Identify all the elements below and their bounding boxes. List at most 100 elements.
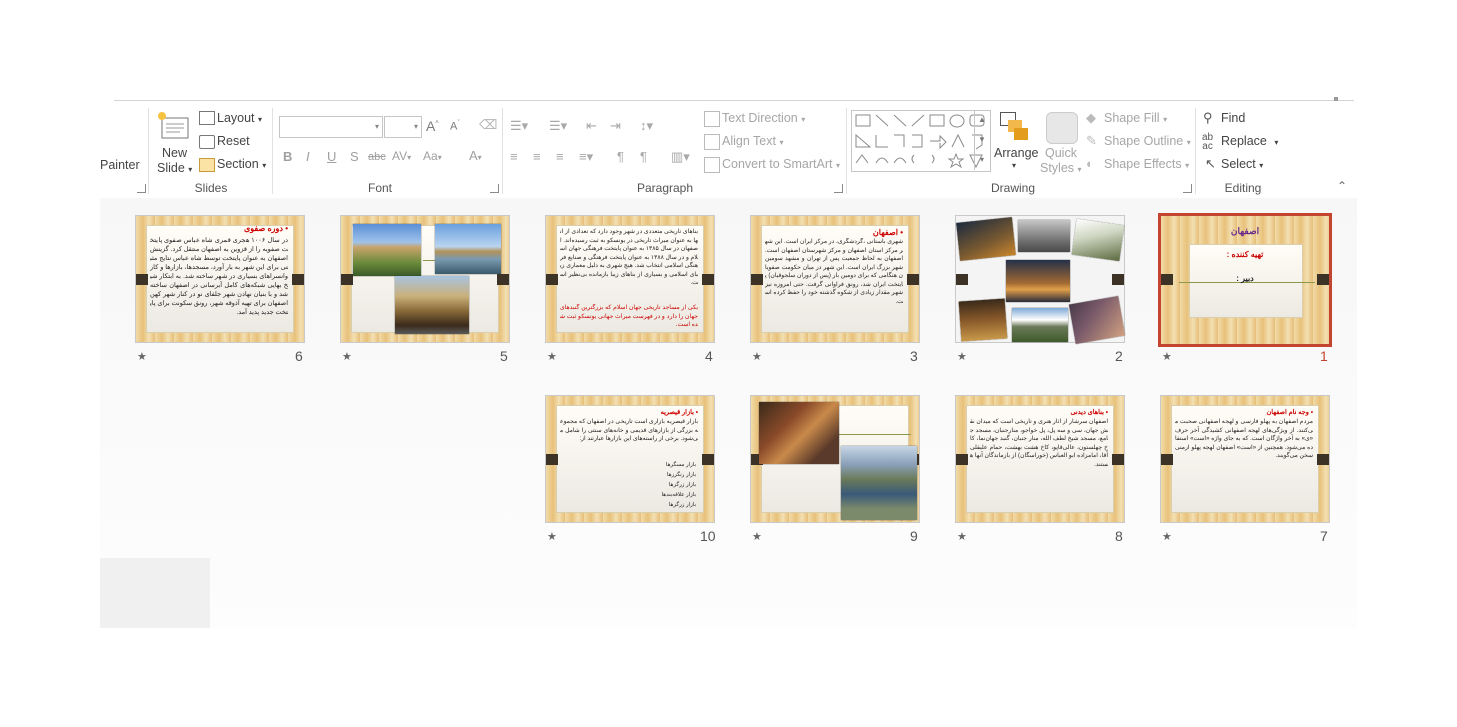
text-direction-button[interactable]: Text Direction ▾ [722,111,805,125]
slide-body-text: در سال ۱۰۰۶ هجری قمری شاه عباس صفوی پایت… [150,237,288,316]
separator [1195,108,1196,194]
arrange-icon [1000,112,1028,142]
section-button[interactable]: Section ▾ [217,157,266,171]
columns-icon[interactable]: ▥▾ [671,149,690,165]
increase-indent-icon[interactable]: ⇥ [610,118,621,134]
collapse-ribbon-icon[interactable]: ⌃ [1337,179,1347,193]
shapes-gallery[interactable] [851,110,991,172]
slide-thumbnail-6[interactable]: • دوره صفوی در سال ۱۰۰۶ هجری قمری شاه عب… [135,215,305,343]
rtl-icon[interactable]: ¶ [640,149,647,164]
slide-title: اصفهان [1230,226,1260,236]
section-icon [199,158,215,172]
replace-button[interactable]: Replace ▾ [1221,134,1278,148]
layout-button[interactable]: Layout ▾ [217,111,262,125]
slide-thumbnail-7[interactable]: • وجه نام اصفهان مردم اصفهان به پهلو فار… [1160,395,1330,523]
slide-thumbnail-9[interactable] [750,395,920,523]
separator [846,108,847,194]
slide-thumbnail-8[interactable]: • بناهای دیدنی اصفهان سرشار از آثار هنری… [955,395,1125,523]
animation-star-icon: ★ [752,531,762,543]
animation-star-icon: ★ [752,351,762,363]
italic-button[interactable]: I [306,149,310,164]
slide-photo [759,402,839,464]
animation-star-icon: ★ [547,351,557,363]
arrange-dropdown[interactable]: ▾ [1012,161,1016,170]
new-slide-label[interactable]: New [162,146,187,160]
slide-number: 8 [1115,528,1123,544]
align-text-button[interactable]: Align Text ▾ [722,134,783,148]
slide-thumbnail-2[interactable] [955,215,1126,345]
slide-number: 1 [1320,348,1328,364]
reset-button[interactable]: Reset [217,134,250,148]
list-item: بازار زرگرها [668,482,696,488]
animation-star-icon: ★ [957,351,967,363]
slide-title: • دوره صفوی [244,224,288,233]
collage-photo [958,298,1008,342]
shapes-scroll[interactable]: ▲ ▼ ▾ [974,110,989,170]
find-button[interactable]: Find [1221,111,1245,125]
line-spacing-icon[interactable]: ↕▾ [640,118,653,134]
slide-thumbnail-4[interactable]: بناهای تاریخی متعددی در شهر وجود دارد که… [545,215,715,343]
slide-author-label: تهیه کننده : [1226,250,1264,259]
font-color-button[interactable]: A▾ [469,148,482,163]
slide-photo [841,446,917,520]
ltr-icon[interactable]: ¶ [617,149,624,164]
separator [272,108,273,194]
bullets-icon[interactable]: ☰▾ [510,118,528,134]
arrange-button[interactable]: Arrange [994,146,1038,160]
convert-smartart-button[interactable]: Convert to SmartArt ▾ [722,157,840,171]
font-name-box[interactable]: ▾ [279,116,383,138]
collage-photo [1006,260,1070,302]
character-spacing-button[interactable]: AV▾ [392,149,411,163]
slide-title: • بازار قیصریه [660,409,698,416]
quick-styles-button-2[interactable]: Styles ▾ [1040,161,1082,175]
shapes-icon [855,114,985,169]
slide-thumbnail-3[interactable]: • اصفهان شهری باستانی ،گردشگری، در مرکز … [750,215,920,343]
strikethrough-button[interactable]: abc [368,151,386,163]
change-case-button[interactable]: Aa▾ [423,149,442,163]
collage-photo [1068,295,1126,345]
quick-styles-icon [1046,112,1078,144]
list-item: بازار رنگرزها [666,472,696,478]
animation-star-icon: ★ [1162,351,1172,363]
slide-thumbnail-1[interactable]: اصفهان تهیه کننده : دبیر : [1158,213,1332,347]
quick-styles-button[interactable]: Quick [1045,146,1077,160]
align-center-icon[interactable]: ≡ [533,149,541,164]
align-right-icon[interactable]: ≡ [556,149,564,164]
slide-photo [435,224,501,274]
text-direction-icon [704,111,720,127]
slide-body-text: بازار قیصریه بازاری است تاریخی در اصفهان… [560,419,698,442]
slide-number: 3 [910,348,918,364]
shape-effects-icon: ◐ [1086,156,1094,171]
slide-number: 10 [700,528,716,544]
shrink-font-icon[interactable]: Aˇ [450,120,460,133]
decrease-indent-icon[interactable]: ⇤ [586,118,597,134]
slide-number: 2 [1115,348,1123,364]
animation-star-icon: ★ [547,531,557,543]
slide-number: 6 [295,348,303,364]
collage-photo [1012,308,1068,342]
shape-effects-button[interactable]: Shape Effects ▾ [1104,157,1189,171]
shadow-button[interactable]: S [350,149,359,164]
slide-thumbnail-5[interactable] [340,215,510,343]
paragraph-group-label: Paragraph [636,181,694,195]
underline-button[interactable]: U [327,149,336,164]
clear-formatting-icon[interactable]: ⌫ [479,117,497,133]
select-cursor-icon: ↖ [1205,156,1216,171]
shape-fill-button[interactable]: Shape Fill ▾ [1104,111,1167,125]
font-size-box[interactable]: ▾ [384,116,422,138]
bold-button[interactable]: B [283,149,292,164]
grow-font-icon[interactable]: A^ [426,118,439,134]
numbering-icon[interactable]: ☰▾ [549,118,567,134]
format-painter-button[interactable]: Painter [100,158,140,172]
slide-thumbnail-10[interactable]: • بازار قیصریه بازار قیصریه بازاری است ت… [545,395,715,523]
align-left-icon[interactable]: ≡ [510,149,518,164]
shape-fill-icon: ◆ [1086,110,1096,125]
separator [148,108,149,194]
slide-title: • وجه نام اصفهان [1266,409,1313,416]
new-slide-button[interactable] [156,110,190,142]
new-slide-label-2[interactable]: Slide ▾ [157,161,192,175]
justify-icon[interactable]: ≡▾ [579,149,593,165]
shape-outline-button[interactable]: Shape Outline ▾ [1104,134,1191,148]
select-button[interactable]: Select ▾ [1221,157,1263,171]
slide-body-text: مردم اصفهان به پهلو فارسی و لهجه اصفهانی… [1175,419,1313,459]
